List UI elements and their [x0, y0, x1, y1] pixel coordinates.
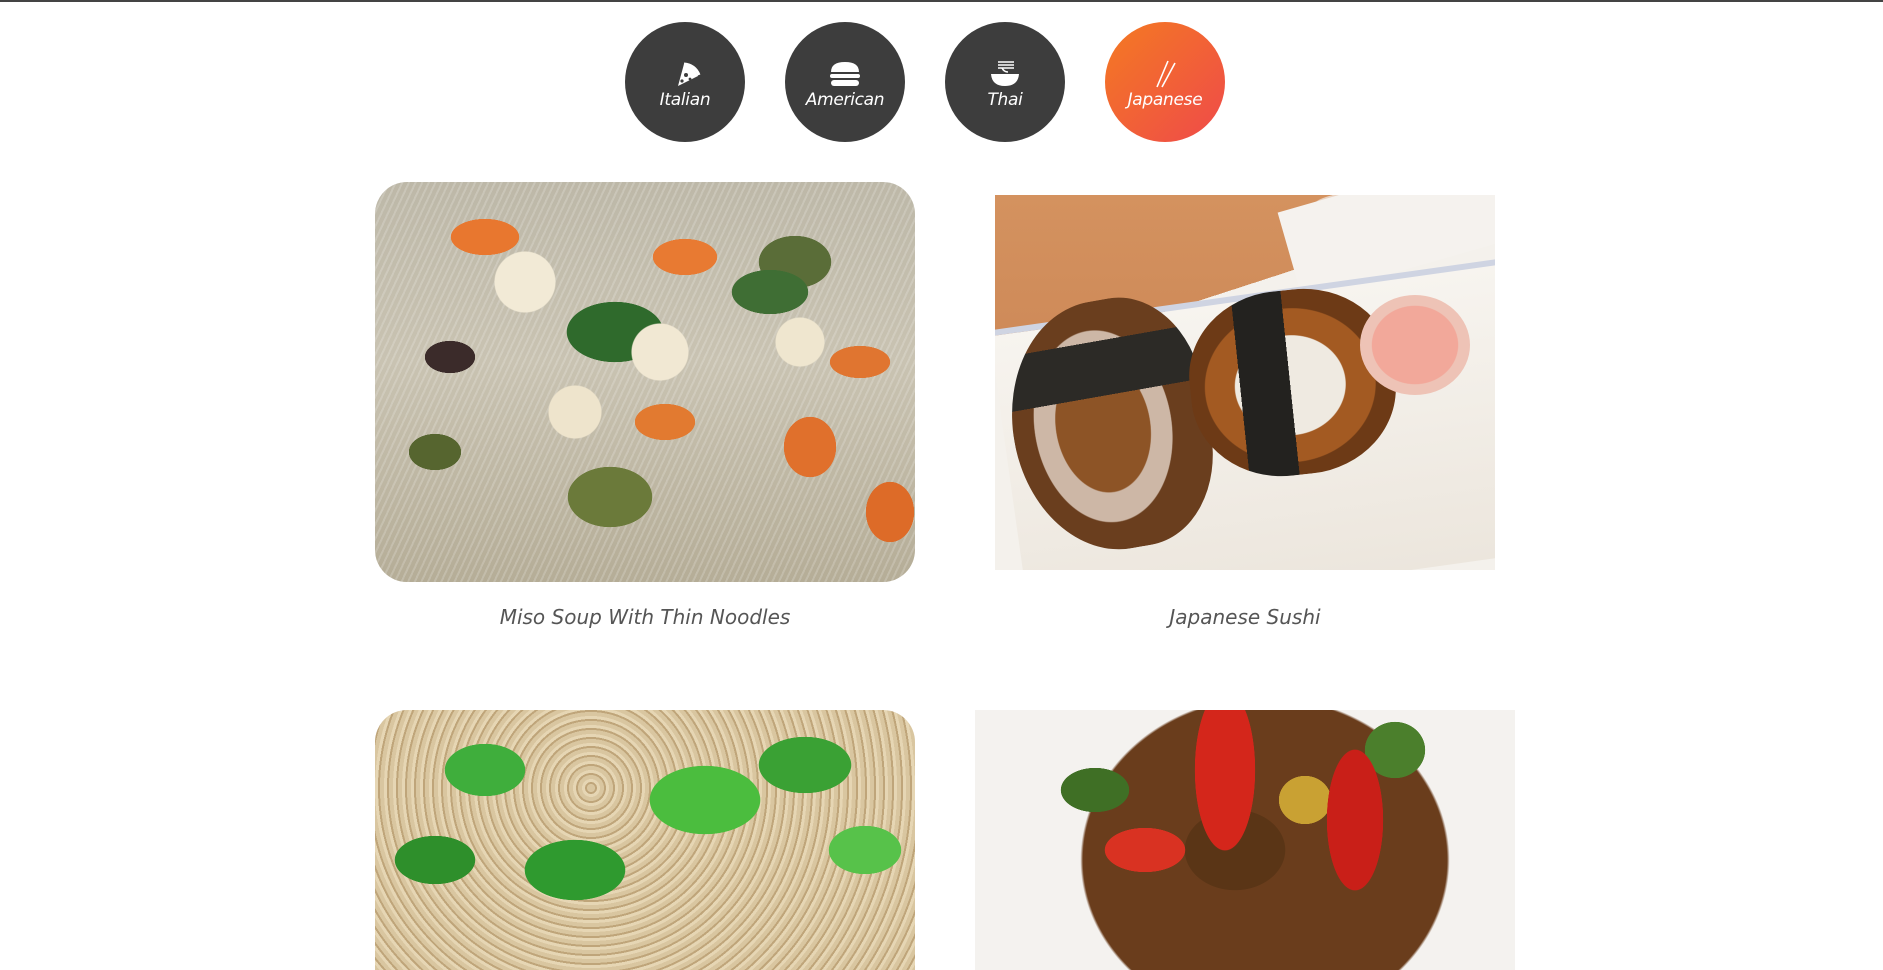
noodle-bowl-icon [991, 61, 1019, 86]
cuisine-filter-bar: Italian American Thai Japanese [0, 22, 1883, 142]
pizza-slice-icon [678, 62, 701, 86]
top-divider [0, 0, 1883, 2]
filter-italian-label: Italian [659, 90, 711, 110]
filter-italian-button[interactable]: Italian [625, 22, 745, 142]
dish-caption: Japanese Sushi [1169, 605, 1321, 629]
dish-photo-stir-fry[interactable] [975, 710, 1515, 970]
pickled-ginger [1360, 295, 1470, 395]
dish-caption: Miso Soup With Thin Noodles [499, 605, 791, 629]
dish-photo-miso-soup[interactable] [375, 182, 915, 582]
chopsticks-icon [1156, 60, 1176, 88]
dish-photo-noodles[interactable] [375, 710, 915, 970]
filter-thai-button[interactable]: Thai [945, 22, 1065, 142]
filter-japanese-button[interactable]: Japanese [1105, 22, 1225, 142]
dish-photo-japanese-sushi[interactable] [995, 195, 1495, 570]
filter-american-button[interactable]: American [785, 22, 905, 142]
filter-american-label: American [805, 90, 885, 110]
filter-thai-label: Thai [987, 90, 1023, 110]
filter-japanese-label: Japanese [1127, 90, 1203, 110]
burger-icon [830, 62, 860, 86]
